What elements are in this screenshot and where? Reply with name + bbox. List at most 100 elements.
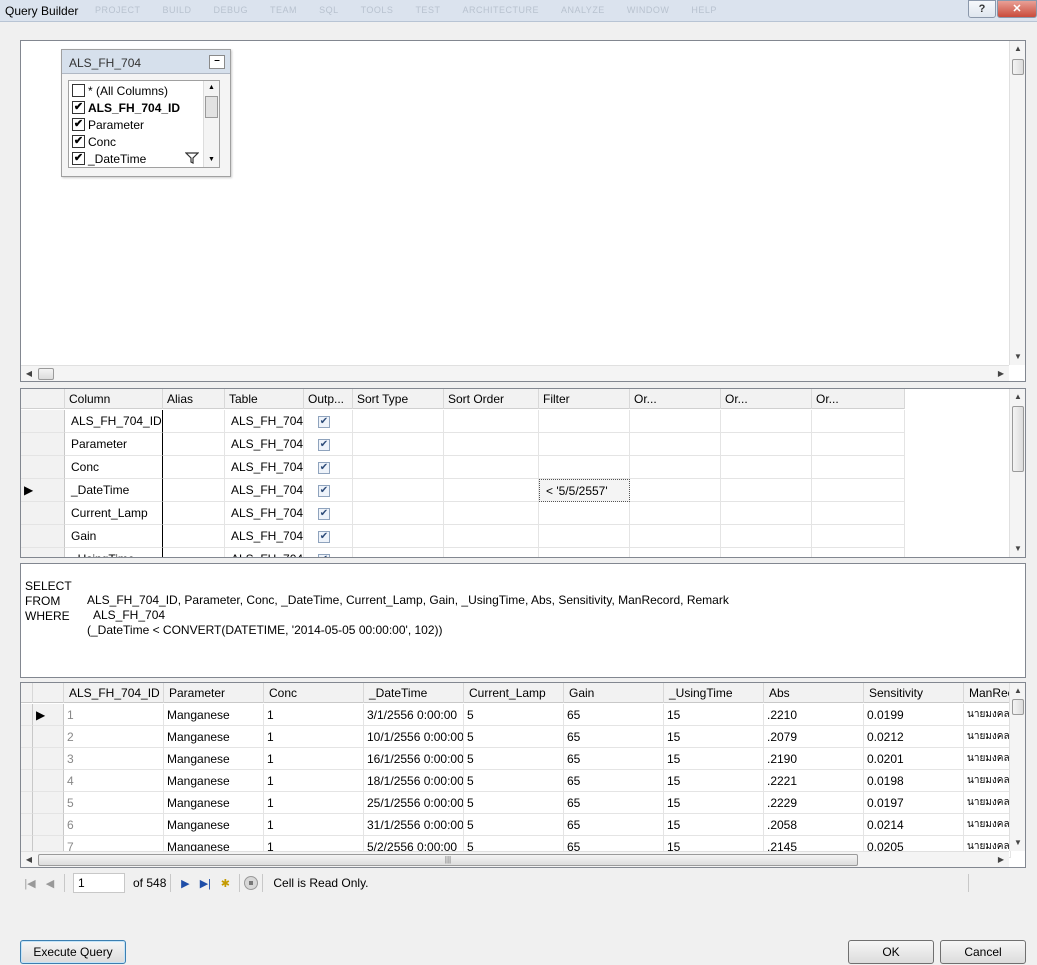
results-conc-cell[interactable]: 1 [264, 792, 364, 814]
results-sensitivity-cell[interactable]: 0.0212 [864, 726, 964, 748]
results-lamp-cell[interactable]: 5 [464, 770, 564, 792]
scroll-thumb[interactable] [1012, 59, 1024, 75]
results-conc-cell[interactable]: 1 [264, 704, 364, 726]
results-manrecord-cell[interactable]: นายมงคล [964, 726, 1011, 748]
results-conc-cell[interactable]: 1 [264, 726, 364, 748]
criteria-table-cell[interactable]: ALS_FH_704 [225, 433, 304, 456]
scroll-thumb[interactable] [1012, 699, 1024, 715]
criteria-sort-type-cell[interactable] [353, 502, 444, 525]
criteria-or-cell[interactable] [630, 548, 721, 557]
criteria-filter-cell[interactable] [539, 548, 630, 557]
criteria-alias-cell[interactable] [163, 456, 225, 479]
output-checkbox[interactable]: ✔ [318, 438, 330, 451]
criteria-output-cell[interactable]: ✔ [304, 502, 353, 525]
results-row[interactable]: 3 Manganese 1 16/1/2556 0:00:00 5 65 15 … [21, 748, 1011, 770]
criteria-header-table[interactable]: Table [225, 389, 304, 409]
criteria-row[interactable]: _UsingTime ALS_FH_704 ✔ [21, 548, 905, 557]
results-gain-cell[interactable]: 65 [564, 770, 664, 792]
results-datetime-cell[interactable]: 25/1/2556 0:00:00 [364, 792, 464, 814]
criteria-column-cell[interactable]: ALS_FH_704_ID [65, 410, 163, 433]
criteria-row[interactable]: Parameter ALS_FH_704 ✔ [21, 433, 905, 456]
criteria-or-cell[interactable] [812, 456, 905, 479]
criteria-alias-cell[interactable] [163, 479, 225, 502]
checkbox-icon[interactable]: ✔ [72, 152, 85, 165]
stop-icon[interactable] [244, 876, 259, 890]
criteria-filter-cell[interactable] [539, 410, 630, 433]
results-id-cell[interactable]: 4 [64, 770, 164, 792]
criteria-filter-cell[interactable] [539, 433, 630, 456]
cancel-button[interactable]: Cancel [940, 940, 1026, 964]
results-manrecord-cell[interactable]: นายมงคล [964, 814, 1011, 836]
results-using-time-cell[interactable]: 15 [664, 748, 764, 770]
ok-button[interactable]: OK [848, 940, 934, 964]
criteria-column-cell[interactable]: Conc [65, 456, 163, 479]
criteria-or-cell[interactable] [630, 410, 721, 433]
criteria-filter-cell[interactable] [539, 525, 630, 548]
sql-where-line[interactable]: WHERE (_DateTime < CONVERT(DATETIME, '20… [23, 595, 443, 651]
scroll-thumb[interactable] [205, 96, 218, 118]
criteria-alias-cell[interactable] [163, 502, 225, 525]
scroll-up-icon[interactable]: ▲ [1010, 41, 1026, 57]
results-id-cell[interactable]: 3 [64, 748, 164, 770]
results-conc-cell[interactable]: 1 [264, 814, 364, 836]
scroll-thumb[interactable] [1012, 406, 1024, 472]
criteria-table-cell[interactable]: ALS_FH_704 [225, 548, 304, 557]
criteria-alias-cell[interactable] [163, 410, 225, 433]
criteria-sort-order-cell[interactable] [444, 479, 539, 502]
results-sensitivity-cell[interactable]: 0.0214 [864, 814, 964, 836]
column-item-conc[interactable]: ✔ Conc [72, 133, 116, 150]
criteria-or-cell[interactable] [630, 479, 721, 502]
results-sensitivity-cell[interactable]: 0.0199 [864, 704, 964, 726]
criteria-or-cell[interactable] [721, 548, 812, 557]
criteria-column-cell[interactable]: Current_Lamp [65, 502, 163, 525]
results-parameter-cell[interactable]: Manganese [164, 792, 264, 814]
results-gain-cell[interactable]: 65 [564, 748, 664, 770]
new-record-icon[interactable]: ✱ [215, 877, 235, 890]
scroll-thumb[interactable] [38, 368, 54, 380]
criteria-or-cell[interactable] [630, 456, 721, 479]
output-checkbox[interactable]: ✔ [318, 461, 330, 474]
row-selector[interactable] [21, 410, 65, 433]
results-gain-cell[interactable]: 65 [564, 704, 664, 726]
previous-record-icon[interactable]: ◀ [40, 877, 60, 890]
results-lamp-cell[interactable]: 5 [464, 814, 564, 836]
criteria-sort-order-cell[interactable] [444, 456, 539, 479]
criteria-or-cell[interactable] [630, 502, 721, 525]
criteria-sort-type-cell[interactable] [353, 433, 444, 456]
first-record-icon[interactable]: |◀ [20, 877, 40, 890]
results-manrecord-cell[interactable]: นายมงคล [964, 792, 1011, 814]
results-conc-cell[interactable]: 1 [264, 748, 364, 770]
results-manrecord-cell[interactable]: นายมงคล [964, 770, 1011, 792]
checkbox-icon[interactable]: ✔ [72, 101, 85, 114]
row-selector[interactable] [21, 433, 65, 456]
last-record-icon[interactable]: ▶| [195, 877, 215, 890]
diagram-horizontal-scrollbar[interactable]: ◀ ▶ [21, 365, 1009, 381]
criteria-sort-type-cell[interactable] [353, 456, 444, 479]
criteria-or-cell[interactable] [721, 525, 812, 548]
criteria-row[interactable]: ▶ _DateTime ALS_FH_704 ✔ < '5/5/2557' [21, 479, 905, 502]
column-list-scrollbar[interactable]: ▲ ▼ [203, 81, 219, 167]
results-header-gain[interactable]: Gain [564, 683, 664, 703]
row-selector[interactable] [33, 748, 64, 770]
criteria-filter-cell[interactable] [539, 502, 630, 525]
criteria-sort-type-cell[interactable] [353, 548, 444, 557]
criteria-output-cell[interactable]: ✔ [304, 548, 353, 557]
results-header-datetime[interactable]: _DateTime [364, 683, 464, 703]
results-pane[interactable]: ALS_FH_704_ID Parameter Conc _DateTime C… [20, 682, 1026, 868]
row-selector[interactable] [21, 525, 65, 548]
criteria-sort-order-cell[interactable] [444, 433, 539, 456]
results-manrecord-cell[interactable]: นายมงคล [964, 704, 1011, 726]
output-checkbox[interactable]: ✔ [318, 507, 330, 520]
column-item-id[interactable]: ✔ ALS_FH_704_ID [72, 99, 180, 116]
criteria-or-cell[interactable] [812, 502, 905, 525]
output-checkbox[interactable]: ✔ [318, 530, 330, 543]
criteria-filter-cell[interactable] [539, 456, 630, 479]
output-checkbox[interactable]: ✔ [318, 415, 330, 428]
criteria-or-cell[interactable] [630, 525, 721, 548]
results-datetime-cell[interactable]: 10/1/2556 0:00:00 [364, 726, 464, 748]
criteria-output-cell[interactable]: ✔ [304, 433, 353, 456]
checkbox-icon[interactable]: ✔ [72, 118, 85, 131]
results-header-abs[interactable]: Abs [764, 683, 864, 703]
criteria-column-cell[interactable]: Gain [65, 525, 163, 548]
criteria-row[interactable]: Current_Lamp ALS_FH_704 ✔ [21, 502, 905, 525]
